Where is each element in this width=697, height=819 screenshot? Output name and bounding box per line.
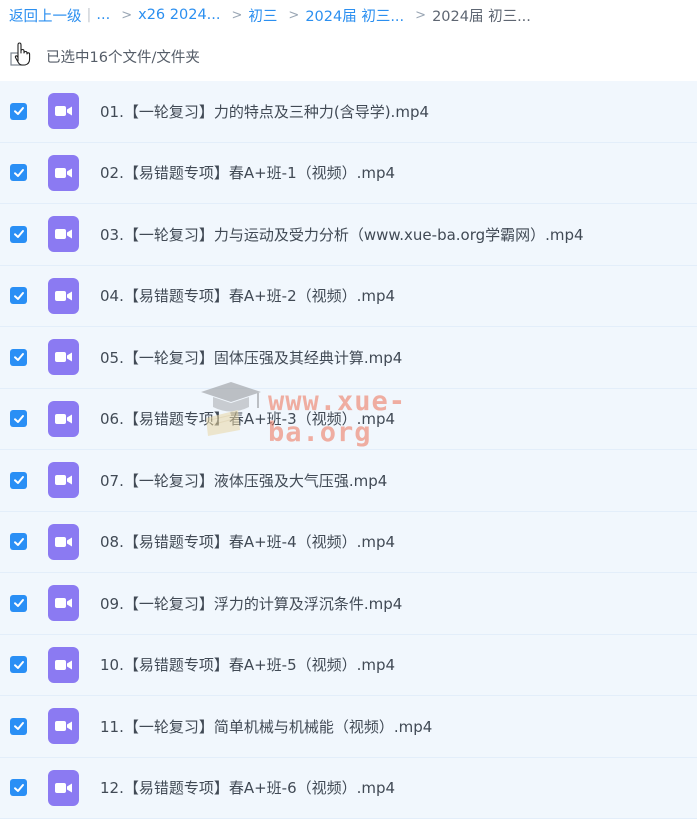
- checkbox-checked[interactable]: [10, 226, 27, 243]
- file-name[interactable]: 03.【一轮复习】力与运动及受力分析（www.xue-ba.org学霸网）.mp…: [100, 224, 584, 245]
- file-row[interactable]: 05.【一轮复习】固体压强及其经典计算.mp4: [0, 327, 697, 389]
- file-row[interactable]: 07.【一轮复习】液体压强及大气压强.mp4: [0, 450, 697, 512]
- video-file-icon: [48, 647, 79, 683]
- file-name[interactable]: 11.【一轮复习】简单机械与机械能（视频）.mp4: [100, 716, 432, 737]
- file-row[interactable]: 04.【易错题专项】春A+班-2（视频）.mp4: [0, 266, 697, 328]
- file-row[interactable]: 01.【一轮复习】力的特点及三种力(含导学).mp4: [0, 81, 697, 143]
- file-name[interactable]: 02.【易错题专项】春A+班-1（视频）.mp4: [100, 162, 395, 183]
- checkmark-icon: [13, 105, 25, 117]
- file-row[interactable]: 12.【易错题专项】春A+班-6（视频）.mp4: [0, 758, 697, 819]
- breadcrumb-ellipsis[interactable]: ...: [96, 7, 110, 23]
- video-file-icon: [48, 401, 79, 437]
- breadcrumb-item[interactable]: 初三: [248, 5, 277, 26]
- checkmark-icon: [13, 167, 25, 179]
- breadcrumb-current: 2024届 初三...: [432, 5, 531, 26]
- chevron-right-icon: >: [232, 8, 243, 23]
- file-row[interactable]: 10.【易错题专项】春A+班-5（视频）.mp4: [0, 635, 697, 697]
- video-camera-icon: [55, 290, 73, 302]
- checkbox-checked[interactable]: [10, 410, 27, 427]
- video-camera-icon: [55, 228, 73, 240]
- checkbox-checked[interactable]: [10, 718, 27, 735]
- file-name[interactable]: 10.【易错题专项】春A+班-5（视频）.mp4: [100, 654, 395, 675]
- checkbox-checked[interactable]: [10, 349, 27, 366]
- file-name[interactable]: 08.【易错题专项】春A+班-4（视频）.mp4: [100, 531, 395, 552]
- file-name[interactable]: 01.【一轮复习】力的特点及三种力(含导学).mp4: [100, 101, 429, 122]
- chevron-right-icon: >: [415, 8, 426, 23]
- video-camera-icon: [55, 597, 73, 609]
- selection-count-text: 已选中16个文件/文件夹: [46, 46, 200, 67]
- chevron-right-icon: >: [121, 8, 132, 23]
- checkmark-icon: [13, 782, 25, 794]
- file-row[interactable]: 02.【易错题专项】春A+班-1（视频）.mp4: [0, 143, 697, 205]
- video-file-icon: [48, 93, 79, 129]
- file-list: 01.【一轮复习】力的特点及三种力(含导学).mp4 02.【易错题专项】春A+班…: [0, 81, 697, 819]
- video-camera-icon: [55, 474, 73, 486]
- checkbox-checked[interactable]: [10, 287, 27, 304]
- checkmark-icon: [13, 351, 25, 363]
- checkmark-icon: [13, 290, 25, 302]
- checkmark-icon: [13, 597, 25, 609]
- video-camera-icon: [55, 720, 73, 732]
- file-row[interactable]: 08.【易错题专项】春A+班-4（视频）.mp4: [0, 512, 697, 574]
- video-camera-icon: [55, 782, 73, 794]
- video-file-icon: [48, 708, 79, 744]
- video-camera-icon: [55, 167, 73, 179]
- checkbox-checked[interactable]: [10, 164, 27, 181]
- video-camera-icon: [55, 659, 73, 671]
- breadcrumb-divider: |: [87, 7, 92, 23]
- video-file-icon: [48, 524, 79, 560]
- video-file-icon: [48, 216, 79, 252]
- file-name[interactable]: 06.【易错题专项】春A+班-3（视频）.mp4: [100, 408, 395, 429]
- video-file-icon: [48, 770, 79, 806]
- file-row[interactable]: 03.【一轮复习】力与运动及受力分析（www.xue-ba.org学霸网）.mp…: [0, 204, 697, 266]
- file-name[interactable]: 12.【易错题专项】春A+班-6（视频）.mp4: [100, 777, 395, 798]
- checkbox-checked[interactable]: [10, 595, 27, 612]
- checkmark-icon: [13, 659, 25, 671]
- hand-cursor-icon: [10, 42, 32, 66]
- selection-bar: 已选中16个文件/文件夹: [0, 30, 697, 82]
- video-file-icon: [48, 462, 79, 498]
- checkmark-icon: [13, 413, 25, 425]
- video-camera-icon: [55, 351, 73, 363]
- checkbox-checked[interactable]: [10, 656, 27, 673]
- file-name[interactable]: 09.【一轮复习】浮力的计算及浮沉条件.mp4: [100, 593, 402, 614]
- checkmark-icon: [13, 536, 25, 548]
- file-name[interactable]: 05.【一轮复习】固体压强及其经典计算.mp4: [100, 347, 402, 368]
- file-row[interactable]: 11.【一轮复习】简单机械与机械能（视频）.mp4: [0, 696, 697, 758]
- checkbox-checked[interactable]: [10, 103, 27, 120]
- chevron-right-icon: >: [288, 8, 299, 23]
- checkmark-icon: [13, 228, 25, 240]
- video-file-icon: [48, 585, 79, 621]
- checkbox-checked[interactable]: [10, 779, 27, 796]
- file-name[interactable]: 04.【易错题专项】春A+班-2（视频）.mp4: [100, 285, 395, 306]
- breadcrumb: 返回上一级 | ... > x26 2024... > 初三 > 2024届 初…: [0, 0, 697, 30]
- file-name[interactable]: 07.【一轮复习】液体压强及大气压强.mp4: [100, 470, 387, 491]
- video-file-icon: [48, 278, 79, 314]
- video-file-icon: [48, 339, 79, 375]
- checkbox-checked[interactable]: [10, 533, 27, 550]
- video-file-icon: [48, 155, 79, 191]
- checkmark-icon: [13, 474, 25, 486]
- checkmark-icon: [13, 720, 25, 732]
- file-row[interactable]: 06.【易错题专项】春A+班-3（视频）.mp4: [0, 389, 697, 451]
- breadcrumb-item[interactable]: 2024届 初三...: [305, 5, 404, 26]
- video-camera-icon: [55, 105, 73, 117]
- checkbox-checked[interactable]: [10, 472, 27, 489]
- breadcrumb-item[interactable]: x26 2024...: [138, 7, 220, 23]
- video-camera-icon: [55, 413, 73, 425]
- video-camera-icon: [55, 536, 73, 548]
- file-row[interactable]: 09.【一轮复习】浮力的计算及浮沉条件.mp4: [0, 573, 697, 635]
- back-link[interactable]: 返回上一级: [9, 5, 82, 26]
